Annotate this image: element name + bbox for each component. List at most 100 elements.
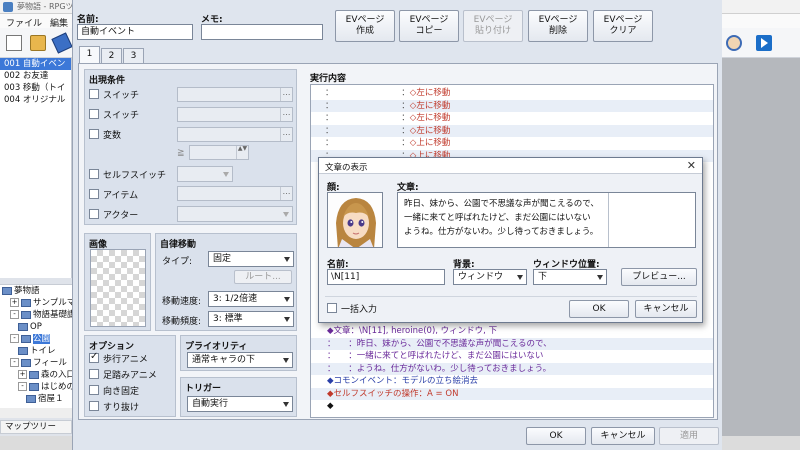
expand-toggle-icon[interactable]: + <box>10 298 19 307</box>
tree-item[interactable]: OP <box>0 321 72 333</box>
self-switch-checkbox[interactable] <box>89 169 99 179</box>
variable-field[interactable]: … <box>177 127 293 142</box>
self-switch-select[interactable] <box>177 166 233 182</box>
command-row[interactable]: ：：◇左に移動 <box>311 112 713 124</box>
switch2-checkbox[interactable] <box>89 109 99 119</box>
face-image[interactable] <box>327 192 383 248</box>
tab-page-1[interactable]: 1 <box>79 46 100 64</box>
command-indent: ： <box>401 125 410 136</box>
command-indent: ： <box>401 113 410 123</box>
window-position-select[interactable]: 下 <box>533 269 607 285</box>
variable-label: 変数 <box>103 131 122 141</box>
command-indent: ： <box>401 88 410 98</box>
actor-select[interactable] <box>177 206 293 222</box>
open-folder-icon[interactable] <box>30 35 46 51</box>
expand-toggle-icon[interactable]: + <box>18 370 27 379</box>
tree-item[interactable]: 宿屋１ <box>0 393 72 405</box>
move-speed-select[interactable]: 3: 1/2倍速 <box>208 291 294 307</box>
event-graphic[interactable] <box>90 249 146 327</box>
command-row[interactable]: ： ：一緒に来てと呼ばれたけど、まだ公園にはいない <box>311 350 713 362</box>
tree-item[interactable]: - フィール <box>0 357 72 369</box>
command-row[interactable]: ◆ <box>311 400 713 412</box>
command-row[interactable]: ◆文章：\N[11], heroine(0), ウィンドウ, 下 <box>311 325 713 337</box>
map-icon <box>21 310 31 319</box>
speaker-name-input[interactable]: \N[11] <box>327 269 445 285</box>
tree-item[interactable]: - はじめの <box>0 381 72 393</box>
command-row[interactable]: ：：◇左に移動 <box>311 87 713 99</box>
command-row[interactable]: ◆コモンイベント：モデルの立ち絵消去 <box>311 375 713 387</box>
dialog-ok-button[interactable]: OK <box>569 300 629 318</box>
apply-button[interactable]: 適用 <box>659 427 719 445</box>
tree-item[interactable]: + サンプルマ <box>0 297 72 309</box>
expand-toggle-icon[interactable]: - <box>10 358 19 367</box>
command-row[interactable]: ：：◇左に移動 <box>311 124 713 137</box>
switch1-ellipsis-icon[interactable]: … <box>280 88 292 101</box>
tab-page-3[interactable]: 3 <box>123 48 144 63</box>
message-textarea[interactable]: 昨日、妹から、公園で不思議な声が聞こえるので、 一緒に来てと呼ばれたけど、まだ公… <box>397 192 696 248</box>
switch1-field[interactable]: … <box>177 87 293 102</box>
step-anim-checkbox[interactable] <box>89 369 99 379</box>
tab-page-2[interactable]: 2 <box>101 48 122 63</box>
item-field[interactable]: … <box>177 186 293 201</box>
expand-toggle-icon[interactable]: - <box>18 382 27 391</box>
tree-horizontal-scrollbar[interactable] <box>0 408 72 418</box>
move-freq-select[interactable]: 3: 標準 <box>208 311 294 327</box>
move-type-select[interactable]: 固定 <box>208 251 294 267</box>
variable-ellipsis-icon[interactable]: … <box>280 128 292 141</box>
character-generator-icon[interactable] <box>726 35 742 51</box>
tree-item[interactable]: 夢物語 <box>0 285 72 297</box>
map-event-item[interactable]: 004 オリジナル <box>0 94 71 106</box>
tree-item[interactable]: + 森の入口 <box>0 369 72 381</box>
background-select[interactable]: ウィンドウ <box>453 269 527 285</box>
save-icon[interactable] <box>51 32 73 54</box>
switch2-ellipsis-icon[interactable]: … <box>280 108 292 121</box>
autonomous-movement-panel: 自律移動 タイプ: 固定 ルート... 移動速度: 3: 1/2倍速 移動頻度:… <box>155 233 297 331</box>
variable-value-spinner[interactable]: ▲▼ <box>189 145 249 160</box>
ev-page-clear-button[interactable]: EVページ クリア <box>593 10 653 42</box>
item-ellipsis-icon[interactable]: … <box>280 187 292 200</box>
ev-page-create-button[interactable]: EVページ 作成 <box>335 10 395 42</box>
expand-toggle-icon[interactable]: - <box>10 310 19 319</box>
trigger-select[interactable]: 自動実行 <box>187 396 293 412</box>
command-row[interactable]: ：：◇左に移動 <box>311 99 713 112</box>
switch1-checkbox[interactable] <box>89 89 99 99</box>
spinner-arrows-icon[interactable]: ▲▼ <box>236 146 248 159</box>
command-row[interactable]: ： ：昨日、妹から、公園で不思議な声が聞こえるので、 <box>311 337 713 350</box>
tab-map-tree[interactable]: マップツリー <box>0 420 72 434</box>
tree-item-label: はじめの <box>41 382 72 392</box>
playtest-icon[interactable] <box>756 35 772 51</box>
event-name-input[interactable]: 自動イベント <box>77 24 193 40</box>
command-row[interactable]: ：：◇上に移動 <box>311 137 713 149</box>
tree-item-label: 物語基礎講 <box>33 310 72 320</box>
tree-item[interactable]: - 公園 <box>0 333 72 345</box>
ev-page-delete-button[interactable]: EVページ 削除 <box>528 10 588 42</box>
through-checkbox[interactable] <box>89 401 99 411</box>
tree-item[interactable]: - 物語基礎講 <box>0 309 72 321</box>
ev-page-copy-button[interactable]: EVページ コピー <box>399 10 459 42</box>
dir-fix-checkbox[interactable] <box>89 385 99 395</box>
tree-item[interactable]: トイレ <box>0 345 72 357</box>
batch-input-checkbox[interactable] <box>327 303 337 313</box>
through-label: すり抜け <box>103 403 140 413</box>
variable-checkbox[interactable] <box>89 129 99 139</box>
map-event-item[interactable]: 002 お友達 <box>0 70 71 82</box>
route-button[interactable]: ルート... <box>234 270 292 284</box>
cancel-button[interactable]: キャンセル <box>591 427 655 445</box>
map-event-item[interactable]: 001 自動イベン <box>0 58 71 70</box>
command-row[interactable]: ： ：ようね。仕方がないわ。少し待っておきましょう。 <box>311 362 713 375</box>
ok-button[interactable]: OK <box>526 427 586 445</box>
new-project-icon[interactable] <box>6 35 22 51</box>
switch2-field[interactable]: … <box>177 107 293 122</box>
item-checkbox[interactable] <box>89 189 99 199</box>
close-icon[interactable]: ✕ <box>687 159 696 172</box>
memo-input[interactable] <box>201 24 323 40</box>
walk-anim-checkbox[interactable] <box>89 351 99 363</box>
actor-checkbox[interactable] <box>89 209 99 219</box>
dialog-cancel-button[interactable]: キャンセル <box>635 300 697 318</box>
ev-page-paste-button[interactable]: EVページ 貼り付け <box>463 10 523 42</box>
expand-toggle-icon[interactable]: - <box>10 334 19 343</box>
preview-button[interactable]: プレビュー... <box>621 268 697 286</box>
priority-select[interactable]: 通常キャラの下 <box>187 352 293 368</box>
command-row[interactable]: ◆セルフスイッチの操作：A = ON <box>311 387 713 400</box>
map-event-item[interactable]: 003 移動（トイ <box>0 82 71 94</box>
